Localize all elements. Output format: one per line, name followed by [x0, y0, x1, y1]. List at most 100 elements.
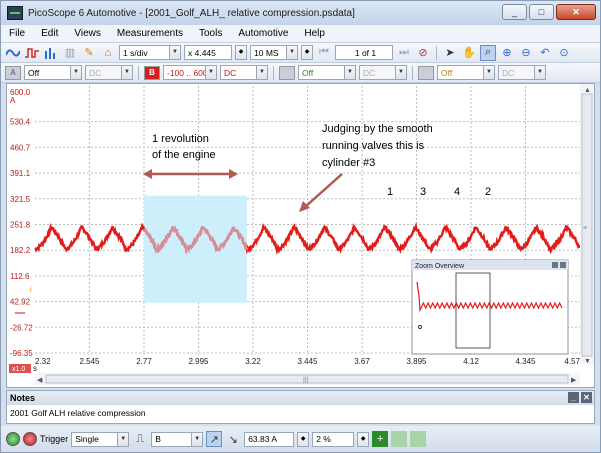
- channel-c-range-select[interactable]: Off ▼: [298, 65, 356, 80]
- scroll-left-icon[interactable]: ◀: [37, 377, 43, 384]
- menu-help[interactable]: Help: [296, 28, 333, 39]
- rising-edge-icon[interactable]: ↗: [206, 431, 223, 447]
- compass-icon[interactable]: ⊘: [415, 45, 431, 61]
- pretrigger-spinner[interactable]: ◆: [357, 431, 370, 447]
- cylinder-label-2: 2: [485, 186, 491, 198]
- y-tick-label: 321.5: [10, 195, 31, 204]
- notes-title: Notes: [10, 393, 36, 403]
- home-icon[interactable]: ⌂: [100, 45, 116, 61]
- chevron-down-icon: ▼: [169, 46, 180, 59]
- buffer-value: 1 of 1: [354, 47, 377, 58]
- chevron-down-icon: ▼: [117, 432, 129, 446]
- scroll-right-icon[interactable]: ▶: [571, 377, 577, 384]
- zoom-overview-close-icon[interactable]: [560, 262, 566, 268]
- zoom-factor-field[interactable]: x 4.445: [184, 45, 232, 60]
- channel-a-badge[interactable]: A: [5, 65, 21, 80]
- buffer-navigator[interactable]: 1 of 1: [335, 45, 393, 60]
- scope-chart[interactable]: 530.4 460.7 391.1 321.5 251.8 182.2 112.6 42.92…: [7, 84, 594, 387]
- notes-minimize-icon[interactable]: _: [568, 392, 579, 403]
- channel-c-badge[interactable]: [279, 65, 295, 80]
- x-tick-label: 4.57: [564, 357, 580, 366]
- pretrigger-value: 2 %: [316, 434, 331, 444]
- maximize-button[interactable]: □: [529, 4, 554, 20]
- y-axis-unit-label: A: [10, 96, 16, 105]
- undo-zoom-icon[interactable]: ↶: [537, 45, 553, 61]
- menu-tools[interactable]: Tools: [191, 28, 230, 39]
- channel-c-coupling-select[interactable]: DC ▼: [359, 65, 407, 80]
- notes-close-icon[interactable]: ✕: [581, 392, 592, 403]
- trigger-mode-select[interactable]: Single ▼: [71, 431, 130, 447]
- channels-icon[interactable]: ▥: [62, 45, 78, 61]
- zoom-overview-minimize-icon[interactable]: [552, 262, 558, 268]
- y-tick-label: 391.1: [10, 169, 31, 178]
- capture-toolbar: ▥ ✎ ⌂ 1 s/div ▼ x 4.445 ◆ 10 MS ▼ ◆ ⏮ 1 …: [1, 43, 600, 63]
- separator: [273, 65, 274, 80]
- y-tick-label: 251.8: [10, 221, 31, 230]
- ruler-settings-icon[interactable]: [410, 431, 427, 447]
- zoom-in-icon[interactable]: ⊕: [499, 45, 515, 61]
- menu-views[interactable]: Views: [66, 28, 109, 39]
- channel-b-badge[interactable]: B: [144, 65, 160, 80]
- menu-edit[interactable]: Edit: [33, 28, 66, 39]
- zoom-region-icon[interactable]: ⌕: [480, 44, 496, 61]
- add-ruler-icon[interactable]: +: [372, 431, 389, 447]
- advanced-trigger-icon[interactable]: ⎍: [132, 431, 148, 447]
- zoom-fit-icon[interactable]: ⊙: [556, 45, 572, 61]
- separator: [412, 65, 413, 80]
- falling-edge-icon[interactable]: ↘: [225, 431, 241, 447]
- menu-automotive[interactable]: Automotive: [230, 28, 296, 39]
- channel-d-badge[interactable]: [418, 65, 434, 80]
- start-capture-button[interactable]: [6, 432, 20, 446]
- persistence-mode-icon[interactable]: [24, 45, 40, 61]
- pretrigger-field[interactable]: 2 %: [312, 431, 355, 447]
- scope-mode-icon[interactable]: [5, 45, 21, 61]
- scope-view[interactable]: 530.4 460.7 391.1 321.5 251.8 182.2 112.6 42.92…: [6, 83, 595, 388]
- separator: [138, 65, 139, 80]
- samples-select[interactable]: 10 MS ▼: [250, 45, 298, 60]
- close-button[interactable]: ✕: [556, 4, 596, 20]
- notes-textarea[interactable]: 2001 Golf ALH relative compression: [7, 405, 594, 421]
- first-buffer-icon[interactable]: ⏮: [316, 45, 332, 61]
- threshold-spinner[interactable]: ◆: [297, 431, 310, 447]
- ruler-mode-icon[interactable]: [391, 431, 408, 447]
- menu-bar: File Edit Views Measurements Tools Autom…: [1, 25, 600, 43]
- samples-spinner[interactable]: ◆: [301, 45, 313, 60]
- zoom-spinner[interactable]: ◆: [235, 45, 247, 60]
- app-window: PicoScope 6 Automotive - [2001_Golf_ALH_…: [0, 0, 601, 453]
- channel-b-range-select[interactable]: -100 .. 600 ▼: [163, 65, 217, 80]
- channel-d-coupling-value: DC: [502, 67, 515, 78]
- zoom-factor-value: x 4.445: [188, 47, 216, 58]
- channel-d-coupling-select[interactable]: DC ▼: [498, 65, 546, 80]
- trigger-threshold-value: 63.83 A: [248, 434, 278, 444]
- menu-measurements[interactable]: Measurements: [109, 28, 191, 39]
- trigger-marker-icon[interactable]: ‹: [29, 284, 32, 295]
- menu-file[interactable]: File: [1, 28, 33, 39]
- trigger-channel-select[interactable]: B ▼: [151, 431, 204, 447]
- channel-a-coupling-value: DC: [89, 67, 102, 78]
- channel-a-range-value: Off: [28, 67, 40, 78]
- channel-d-range-value: Off: [441, 67, 453, 78]
- channel-a-range-select[interactable]: Off ▼: [24, 65, 82, 80]
- pointer-tool-icon[interactable]: ➤: [442, 45, 458, 61]
- zoom-out-icon[interactable]: ⊖: [518, 45, 534, 61]
- channel-b-coupling-select[interactable]: DC ▼: [220, 65, 268, 80]
- channel-a-coupling-select[interactable]: DC ▼: [85, 65, 133, 80]
- stop-capture-button[interactable]: [23, 432, 37, 446]
- zoom-overview-panel[interactable]: Zoom Overview: [411, 259, 569, 355]
- scroll-down-icon[interactable]: ▼: [584, 358, 591, 365]
- channel-d-range-select[interactable]: Off ▼: [437, 65, 495, 80]
- x-axis-unit-label: s: [33, 364, 37, 373]
- status-bar: Trigger Single ▼ ⎍ B ▼ ↗ ↘ 63.83 A ◆ 2 %…: [1, 426, 600, 452]
- hand-tool-icon[interactable]: ✋: [461, 45, 477, 61]
- timebase-select[interactable]: 1 s/div ▼: [119, 45, 181, 60]
- annotation-line: running valves this is: [322, 140, 425, 152]
- y-tick-label: 182.2: [10, 246, 31, 255]
- next-buffer-icon[interactable]: ⏭: [396, 45, 412, 61]
- chevron-down-icon: ▼: [344, 66, 355, 79]
- minimize-button[interactable]: _: [502, 4, 527, 20]
- spectrum-mode-icon[interactable]: [43, 45, 59, 61]
- scroll-up-icon[interactable]: ▲: [584, 87, 591, 94]
- probe-icon[interactable]: ✎: [81, 45, 97, 61]
- x-tick-label: 3.895: [406, 357, 427, 366]
- trigger-threshold-field[interactable]: 63.83 A: [244, 431, 295, 447]
